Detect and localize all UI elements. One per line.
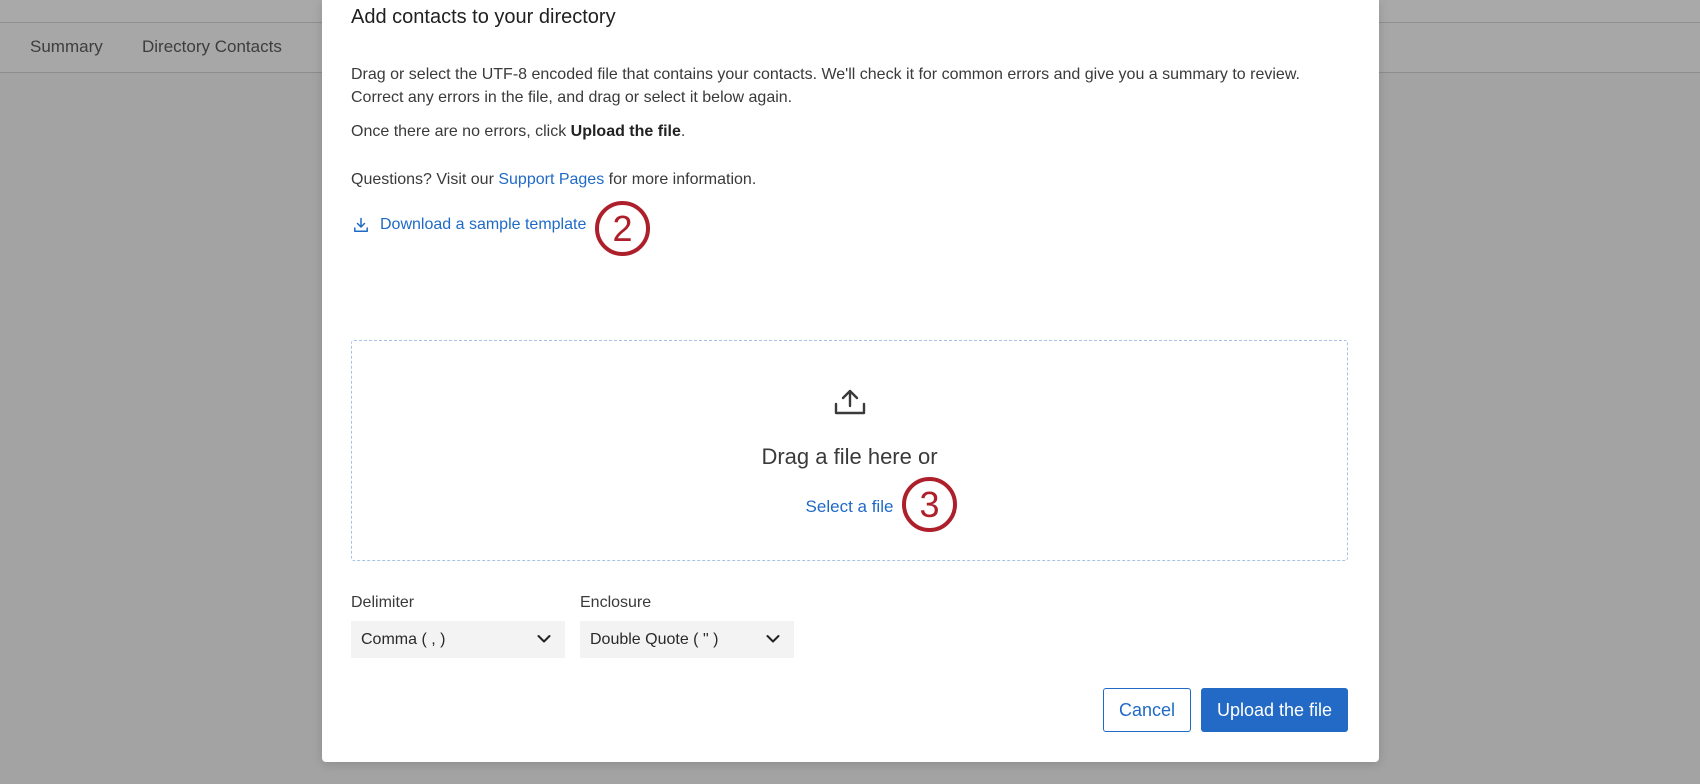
drag-file-text: Drag a file here or [761, 444, 938, 469]
tab-directory-contacts[interactable]: Directory Contacts [142, 37, 282, 57]
upload-file-button[interactable]: Upload the file [1201, 688, 1348, 732]
errors-prefix: Once there are no errors, click [351, 123, 571, 140]
chevron-down-icon [766, 635, 780, 643]
enclosure-value: Double Quote ( " ) [590, 630, 719, 648]
dialog-title: Add contacts to your directory [351, 6, 616, 28]
delimiter-value: Comma ( , ) [361, 630, 446, 648]
questions-text: Questions? Visit our Support Pages for m… [351, 168, 1331, 191]
questions-prefix: Questions? Visit our [351, 171, 499, 188]
instructions-text: Drag or select the UTF-8 encoded file th… [351, 66, 1300, 106]
enclosure-select[interactable]: Double Quote ( " ) [580, 621, 794, 658]
callout-step-2: 2 [595, 201, 650, 256]
cancel-button[interactable]: Cancel [1103, 688, 1191, 732]
enclosure-label: Enclosure [580, 594, 652, 611]
add-contacts-dialog: Add contacts to your directory Drag or s… [322, 0, 1379, 762]
questions-suffix: for more information. [604, 171, 757, 188]
download-template-label: Download a sample template [380, 216, 587, 233]
download-template-link[interactable]: Download a sample template [353, 216, 586, 234]
delimiter-label: Delimiter [351, 594, 415, 611]
tab-summary[interactable]: Summary [30, 37, 103, 57]
chevron-down-icon [537, 635, 551, 643]
file-dropzone[interactable]: Drag a file here or Select a file [351, 340, 1348, 561]
delimiter-select[interactable]: Comma ( , ) [351, 621, 565, 658]
callout-step-3: 3 [902, 477, 957, 532]
errors-instruction: Once there are no errors, click Upload t… [351, 120, 1331, 143]
select-file-link[interactable]: Select a file [352, 497, 1347, 517]
upload-file-emphasis: Upload the file [570, 123, 681, 140]
upload-icon [834, 389, 866, 415]
download-icon [354, 217, 368, 232]
errors-suffix: . [680, 123, 686, 140]
support-pages-link[interactable]: Support Pages [498, 171, 604, 188]
